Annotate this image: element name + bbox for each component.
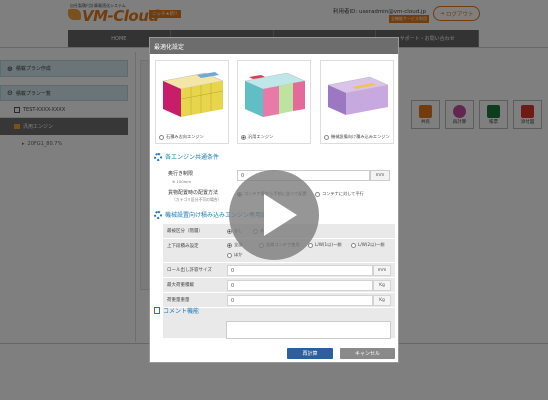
roll-size-input[interactable]: 0 <box>227 265 373 276</box>
depth-label: 奥行き制限 <box>168 171 194 177</box>
video-play-button[interactable] <box>229 170 319 260</box>
max-load-unit: Kg <box>373 280 391 291</box>
cancel-button[interactable]: キャンセル <box>340 348 395 359</box>
container-machine-illustration <box>327 76 389 115</box>
engine-option-general[interactable]: 汎用エンジン <box>241 134 273 140</box>
stack-option-5[interactable]: L/W(2以)一側 <box>351 242 384 248</box>
depth-unit: mm <box>370 170 390 181</box>
engine-label: 石積み志向エンジン <box>166 134 204 139</box>
engine-card-general[interactable]: 汎用エンジン <box>237 60 311 144</box>
machine-field-label: 荷重量重量 <box>167 298 190 303</box>
modal-title: 最適化設定 <box>150 38 398 54</box>
placement-option-3[interactable]: コンテナに対して平行 <box>315 191 364 197</box>
depth-sub: ※ 100mm <box>172 179 192 184</box>
weight-unit: Kg <box>373 295 391 306</box>
play-icon <box>264 194 297 236</box>
engine-card-stacking[interactable]: 石積み志向エンジン <box>155 60 229 144</box>
engine-label: 機械設備向け積み込みエンジン <box>331 134 390 139</box>
section-label: コメント機能 <box>163 308 200 315</box>
machine-row-label: 最被区分（階層） <box>167 229 203 234</box>
comment-input[interactable] <box>226 321 391 339</box>
stack-radio-5[interactable] <box>351 242 356 248</box>
machine-field-label: 最大荷重積載 <box>167 283 194 288</box>
recalculate-button[interactable]: 再計算 <box>287 348 333 359</box>
engine-radio-machine[interactable] <box>324 134 329 140</box>
max-load-input[interactable]: 0 <box>227 280 373 291</box>
machine-row-label: 上下段積み設定 <box>167 244 199 249</box>
placement-option-label: コンテナに対して平行 <box>322 191 364 196</box>
weight-input[interactable]: 0 <box>227 295 373 306</box>
engine-option-machine[interactable]: 機械設備向け積み込みエンジン <box>324 134 390 140</box>
machine-field-label: ロール出し許容サイズ <box>167 268 212 273</box>
engine-label: 汎用エンジン <box>248 134 274 139</box>
container-stacking-illustration <box>162 72 224 117</box>
section-common-title: 各エンジン共通条件 <box>154 152 219 161</box>
gear-icon <box>154 152 162 161</box>
document-icon <box>154 307 160 314</box>
machine-row-max-load: 最大荷重積載 0 Kg <box>163 278 395 293</box>
section-label: 各エンジン共通条件 <box>165 154 220 161</box>
machine-row-roll: ロール出し許容サイズ 0 mm <box>163 263 395 278</box>
placement-label: 貨物配置時の配置方法 <box>168 190 219 196</box>
engine-radio-general[interactable] <box>241 134 246 140</box>
engine-option-stacking[interactable]: 石積み志向エンジン <box>159 134 204 140</box>
placement-sub: （カテゴリ区分不可の場合） <box>172 197 222 202</box>
engine-card-machine[interactable]: 機械設備向け積み込みエンジン <box>320 60 394 144</box>
section-comment-title: コメント機能 <box>154 306 199 315</box>
engine-radio-stacking[interactable] <box>159 134 164 140</box>
roll-size-unit: mm <box>373 265 391 276</box>
container-general-illustration <box>244 72 306 117</box>
stack-option-label: L/W(2以)一側 <box>358 242 385 247</box>
gear-icon <box>154 210 162 219</box>
